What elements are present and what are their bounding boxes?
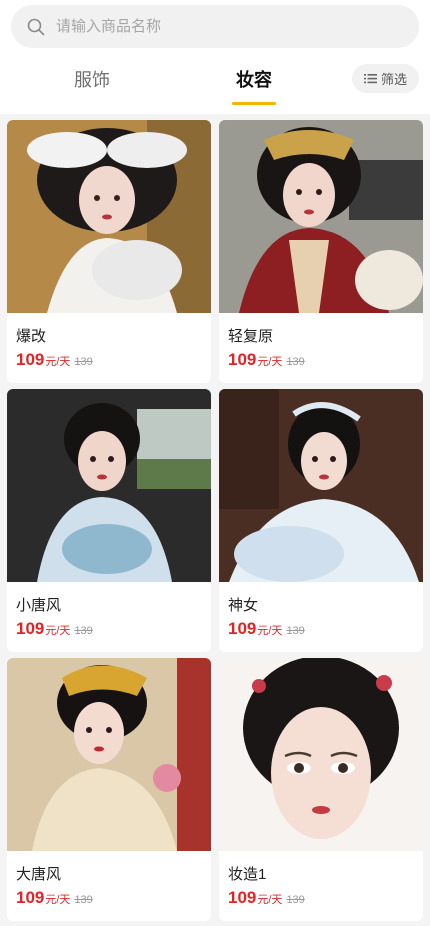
tab-clothing[interactable]: 服饰 [74, 66, 110, 92]
price-amount: 109 [228, 350, 257, 369]
product-photo [219, 658, 423, 851]
price-amount: 109 [228, 888, 257, 907]
tab-makeup[interactable]: 妆容 [232, 66, 276, 105]
original-price: 139 [286, 356, 305, 368]
filter-list-icon [363, 74, 377, 84]
original-price: 139 [286, 625, 305, 637]
price-row: 109 元/天 139 [7, 883, 211, 908]
price-unit: 元/天 [257, 356, 283, 368]
price-amount: 109 [16, 350, 45, 369]
product-photo [7, 120, 211, 313]
original-price: 139 [74, 356, 93, 368]
filter-button[interactable]: 筛选 [351, 64, 419, 93]
product-grid: 爆改 109 元/天 139 轻复原 109 元/天 139 小唐风 109 元… [0, 114, 430, 921]
product-photo [7, 658, 211, 851]
price-unit: 元/天 [45, 625, 71, 637]
price-unit: 元/天 [45, 356, 71, 368]
product-card[interactable]: 小唐风 109 元/天 139 [7, 389, 211, 652]
product-photo [219, 389, 423, 582]
price-row: 109 元/天 139 [219, 614, 423, 639]
price-row: 109 元/天 139 [219, 883, 423, 908]
product-card[interactable]: 爆改 109 元/天 139 [7, 120, 211, 383]
search-bar[interactable] [11, 5, 419, 48]
original-price: 139 [286, 894, 305, 906]
product-card[interactable]: 妆造1 109 元/天 139 [219, 658, 423, 921]
product-name: 妆造1 [228, 866, 267, 883]
product-card[interactable]: 神女 109 元/天 139 [219, 389, 423, 652]
tab-label: 服饰 [74, 70, 110, 90]
price-unit: 元/天 [45, 894, 71, 906]
price-unit: 元/天 [257, 625, 283, 637]
product-name: 爆改 [16, 328, 47, 345]
tab-label: 妆容 [236, 70, 272, 90]
original-price: 139 [74, 894, 93, 906]
product-card[interactable]: 大唐风 109 元/天 139 [7, 658, 211, 921]
search-bar-container [0, 0, 430, 48]
product-name: 轻复原 [228, 328, 274, 345]
price-amount: 109 [16, 619, 45, 638]
product-name: 小唐风 [16, 597, 62, 614]
price-row: 109 元/天 139 [7, 614, 211, 639]
category-tabs: 服饰 妆容 筛选 [0, 48, 430, 114]
price-row: 109 元/天 139 [7, 345, 211, 370]
product-photo [7, 389, 211, 582]
price-row: 109 元/天 139 [219, 345, 423, 370]
search-icon [27, 18, 45, 35]
price-unit: 元/天 [257, 894, 283, 906]
product-card[interactable]: 轻复原 109 元/天 139 [219, 120, 423, 383]
price-amount: 109 [228, 619, 257, 638]
price-amount: 109 [16, 888, 45, 907]
product-name: 大唐风 [16, 866, 62, 883]
active-tab-underline [232, 102, 276, 105]
product-name: 神女 [228, 597, 259, 614]
product-photo [219, 120, 423, 313]
filter-label: 筛选 [380, 72, 407, 87]
original-price: 139 [74, 625, 93, 637]
search-input[interactable] [54, 17, 378, 36]
